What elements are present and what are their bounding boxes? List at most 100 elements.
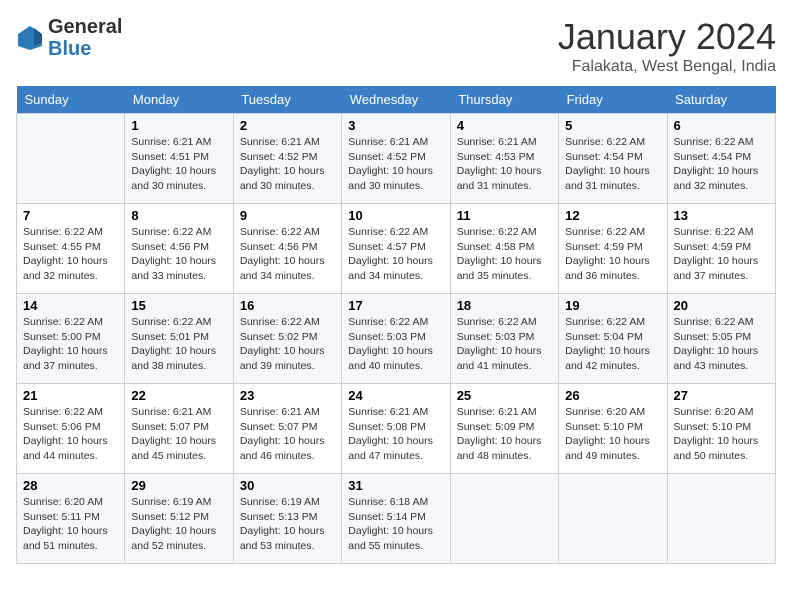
calendar-cell: 19 Sunrise: 6:22 AMSunset: 5:04 PMDayligh… bbox=[559, 294, 667, 384]
cell-info: Sunrise: 6:22 AMSunset: 4:58 PMDaylight:… bbox=[457, 225, 552, 284]
month-title: January 2024 bbox=[558, 16, 776, 58]
cell-info: Sunrise: 6:18 AMSunset: 5:14 PMDaylight:… bbox=[348, 495, 443, 554]
day-number: 14 bbox=[23, 298, 118, 313]
calendar-cell: 11 Sunrise: 6:22 AMSunset: 4:58 PMDayligh… bbox=[450, 204, 558, 294]
page-header: General Blue January 2024 Falakata, West… bbox=[16, 16, 776, 76]
calendar-cell: 16 Sunrise: 6:22 AMSunset: 5:02 PMDayligh… bbox=[233, 294, 341, 384]
location: Falakata, West Bengal, India bbox=[558, 58, 776, 76]
calendar-cell: 28Sunrise: 6:20 AMSunset: 5:11 PMDayligh… bbox=[17, 474, 125, 564]
cell-info: Sunrise: 6:21 AMSunset: 5:08 PMDaylight:… bbox=[348, 405, 443, 464]
cell-info: Sunrise: 6:21 AMSunset: 5:09 PMDaylight:… bbox=[457, 405, 552, 464]
cell-info: Sunrise: 6:21 AMSunset: 4:51 PMDaylight:… bbox=[131, 135, 226, 194]
cell-info: Sunrise: 6:22 AMSunset: 5:00 PMDaylight:… bbox=[23, 315, 118, 374]
calendar-cell: 27Sunrise: 6:20 AMSunset: 5:10 PMDayligh… bbox=[667, 384, 775, 474]
cell-info: Sunrise: 6:21 AMSunset: 5:07 PMDaylight:… bbox=[240, 405, 335, 464]
col-header-tuesday: Tuesday bbox=[233, 86, 341, 114]
day-number: 22 bbox=[131, 388, 226, 403]
cell-info: Sunrise: 6:22 AMSunset: 4:55 PMDaylight:… bbox=[23, 225, 118, 284]
day-number: 13 bbox=[674, 208, 769, 223]
cell-info: Sunrise: 6:22 AMSunset: 5:06 PMDaylight:… bbox=[23, 405, 118, 464]
day-number: 6 bbox=[674, 118, 769, 133]
calendar-cell: 7Sunrise: 6:22 AMSunset: 4:55 PMDaylight… bbox=[17, 204, 125, 294]
calendar-cell bbox=[450, 474, 558, 564]
cell-info: Sunrise: 6:22 AMSunset: 4:56 PMDaylight:… bbox=[240, 225, 335, 284]
col-header-wednesday: Wednesday bbox=[342, 86, 450, 114]
cell-info: Sunrise: 6:19 AMSunset: 5:13 PMDaylight:… bbox=[240, 495, 335, 554]
day-number: 1 bbox=[131, 118, 226, 133]
cell-info: Sunrise: 6:22 AMSunset: 5:03 PMDaylight:… bbox=[348, 315, 443, 374]
day-number: 15 bbox=[131, 298, 226, 313]
calendar-week-row: 1 Sunrise: 6:21 AMSunset: 4:51 PMDaylight… bbox=[17, 114, 776, 204]
calendar-cell: 30 Sunrise: 6:19 AMSunset: 5:13 PMDayligh… bbox=[233, 474, 341, 564]
logo-general-text: General bbox=[48, 16, 122, 38]
day-number: 20 bbox=[674, 298, 769, 313]
cell-info: Sunrise: 6:22 AMSunset: 4:57 PMDaylight:… bbox=[348, 225, 443, 284]
cell-info: Sunrise: 6:22 AMSunset: 4:59 PMDaylight:… bbox=[565, 225, 660, 284]
col-header-thursday: Thursday bbox=[450, 86, 558, 114]
day-number: 30 bbox=[240, 478, 335, 493]
calendar-cell bbox=[559, 474, 667, 564]
day-number: 18 bbox=[457, 298, 552, 313]
cell-info: Sunrise: 6:21 AMSunset: 4:52 PMDaylight:… bbox=[240, 135, 335, 194]
cell-info: Sunrise: 6:20 AMSunset: 5:11 PMDaylight:… bbox=[23, 495, 118, 554]
cell-info: Sunrise: 6:22 AMSunset: 4:54 PMDaylight:… bbox=[565, 135, 660, 194]
calendar-header-row: SundayMondayTuesdayWednesdayThursdayFrid… bbox=[17, 86, 776, 114]
col-header-saturday: Saturday bbox=[667, 86, 775, 114]
calendar-table: SundayMondayTuesdayWednesdayThursdayFrid… bbox=[16, 86, 776, 564]
day-number: 9 bbox=[240, 208, 335, 223]
logo: General Blue bbox=[16, 16, 122, 60]
day-number: 4 bbox=[457, 118, 552, 133]
day-number: 17 bbox=[348, 298, 443, 313]
logo-icon bbox=[16, 24, 44, 52]
calendar-cell: 5 Sunrise: 6:22 AMSunset: 4:54 PMDaylight… bbox=[559, 114, 667, 204]
day-number: 19 bbox=[565, 298, 660, 313]
calendar-cell: 20 Sunrise: 6:22 AMSunset: 5:05 PMDayligh… bbox=[667, 294, 775, 384]
calendar-cell: 31 Sunrise: 6:18 AMSunset: 5:14 PMDayligh… bbox=[342, 474, 450, 564]
cell-info: Sunrise: 6:22 AMSunset: 5:04 PMDaylight:… bbox=[565, 315, 660, 374]
cell-info: Sunrise: 6:22 AMSunset: 5:02 PMDaylight:… bbox=[240, 315, 335, 374]
calendar-cell: 9 Sunrise: 6:22 AMSunset: 4:56 PMDaylight… bbox=[233, 204, 341, 294]
calendar-cell bbox=[17, 114, 125, 204]
calendar-week-row: 21 Sunrise: 6:22 AMSunset: 5:06 PMDayligh… bbox=[17, 384, 776, 474]
day-number: 12 bbox=[565, 208, 660, 223]
col-header-sunday: Sunday bbox=[17, 86, 125, 114]
cell-info: Sunrise: 6:22 AMSunset: 5:01 PMDaylight:… bbox=[131, 315, 226, 374]
calendar-week-row: 28Sunrise: 6:20 AMSunset: 5:11 PMDayligh… bbox=[17, 474, 776, 564]
calendar-cell: 22Sunrise: 6:21 AMSunset: 5:07 PMDayligh… bbox=[125, 384, 233, 474]
cell-info: Sunrise: 6:22 AMSunset: 4:54 PMDaylight:… bbox=[674, 135, 769, 194]
logo-blue-text: Blue bbox=[48, 38, 91, 60]
calendar-cell: 8Sunrise: 6:22 AMSunset: 4:56 PMDaylight… bbox=[125, 204, 233, 294]
calendar-week-row: 14 Sunrise: 6:22 AMSunset: 5:00 PMDayligh… bbox=[17, 294, 776, 384]
day-number: 16 bbox=[240, 298, 335, 313]
day-number: 11 bbox=[457, 208, 552, 223]
cell-info: Sunrise: 6:19 AMSunset: 5:12 PMDaylight:… bbox=[131, 495, 226, 554]
calendar-cell: 26 Sunrise: 6:20 AMSunset: 5:10 PMDayligh… bbox=[559, 384, 667, 474]
calendar-cell: 2 Sunrise: 6:21 AMSunset: 4:52 PMDaylight… bbox=[233, 114, 341, 204]
day-number: 3 bbox=[348, 118, 443, 133]
calendar-cell: 15 Sunrise: 6:22 AMSunset: 5:01 PMDayligh… bbox=[125, 294, 233, 384]
calendar-cell: 14 Sunrise: 6:22 AMSunset: 5:00 PMDayligh… bbox=[17, 294, 125, 384]
day-number: 31 bbox=[348, 478, 443, 493]
day-number: 29 bbox=[131, 478, 226, 493]
day-number: 2 bbox=[240, 118, 335, 133]
day-number: 10 bbox=[348, 208, 443, 223]
cell-info: Sunrise: 6:21 AMSunset: 4:53 PMDaylight:… bbox=[457, 135, 552, 194]
calendar-cell: 13Sunrise: 6:22 AMSunset: 4:59 PMDayligh… bbox=[667, 204, 775, 294]
calendar-cell: 24 Sunrise: 6:21 AMSunset: 5:08 PMDayligh… bbox=[342, 384, 450, 474]
calendar-cell: 23Sunrise: 6:21 AMSunset: 5:07 PMDayligh… bbox=[233, 384, 341, 474]
day-number: 26 bbox=[565, 388, 660, 403]
day-number: 24 bbox=[348, 388, 443, 403]
calendar-cell: 4 Sunrise: 6:21 AMSunset: 4:53 PMDaylight… bbox=[450, 114, 558, 204]
col-header-monday: Monday bbox=[125, 86, 233, 114]
day-number: 21 bbox=[23, 388, 118, 403]
title-block: January 2024 Falakata, West Bengal, Indi… bbox=[558, 16, 776, 76]
calendar-cell: 3 Sunrise: 6:21 AMSunset: 4:52 PMDaylight… bbox=[342, 114, 450, 204]
day-number: 27 bbox=[674, 388, 769, 403]
cell-info: Sunrise: 6:22 AMSunset: 5:05 PMDaylight:… bbox=[674, 315, 769, 374]
day-number: 5 bbox=[565, 118, 660, 133]
calendar-cell: 10 Sunrise: 6:22 AMSunset: 4:57 PMDayligh… bbox=[342, 204, 450, 294]
cell-info: Sunrise: 6:21 AMSunset: 4:52 PMDaylight:… bbox=[348, 135, 443, 194]
calendar-cell: 17 Sunrise: 6:22 AMSunset: 5:03 PMDayligh… bbox=[342, 294, 450, 384]
calendar-week-row: 7Sunrise: 6:22 AMSunset: 4:55 PMDaylight… bbox=[17, 204, 776, 294]
cell-info: Sunrise: 6:20 AMSunset: 5:10 PMDaylight:… bbox=[565, 405, 660, 464]
